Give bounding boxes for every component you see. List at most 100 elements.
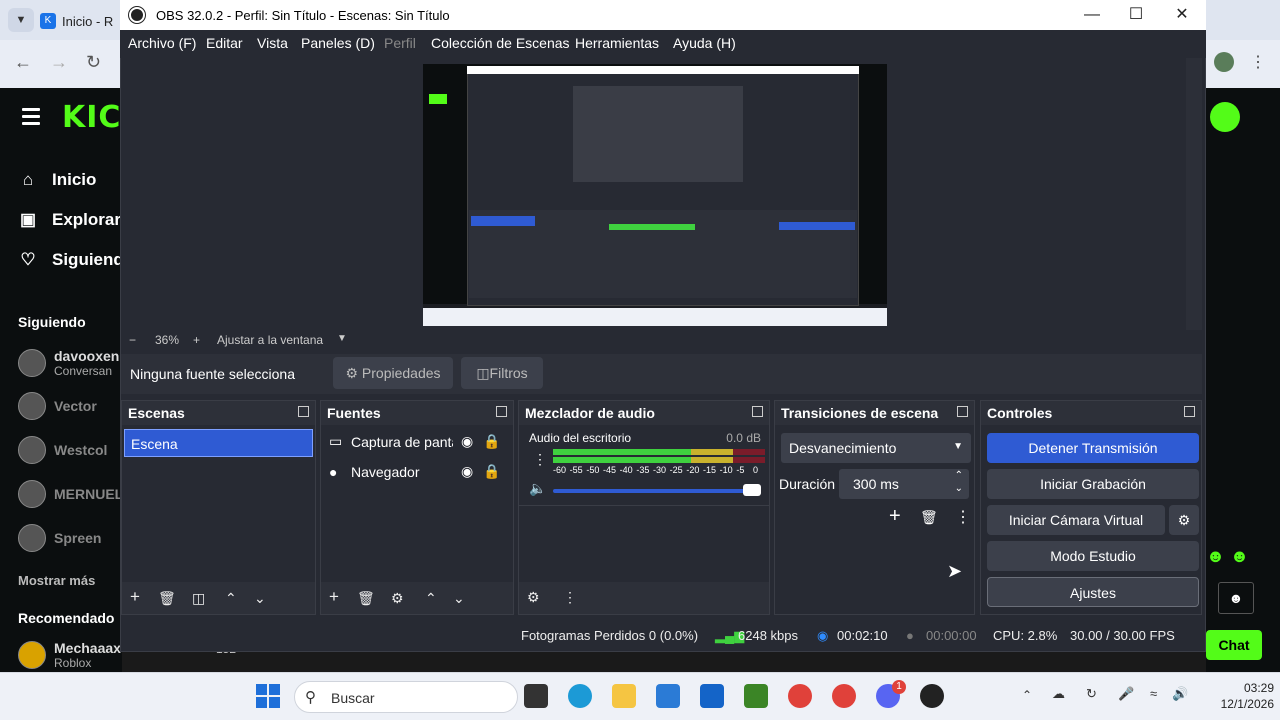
popout-icon[interactable]	[298, 406, 309, 417]
start-virtual-camera-button[interactable]: Iniciar Cámara Virtual	[987, 505, 1165, 535]
recommended-user[interactable]: Mechaaax Roblox	[18, 640, 121, 670]
popout-icon[interactable]	[496, 406, 507, 417]
profile-avatar[interactable]	[1214, 52, 1234, 72]
source-item[interactable]: ● Navegador ◉ 🔒	[329, 463, 507, 480]
properties-button[interactable]: ⚙ Propiedades	[333, 357, 453, 389]
popout-icon[interactable]	[752, 406, 763, 417]
following-user[interactable]: Westcol	[18, 436, 107, 464]
emoji-picker-icon[interactable]: ☻	[1218, 582, 1254, 614]
menu-perfil[interactable]: Perfil	[384, 35, 416, 51]
menu-paneles[interactable]: Paneles (D)	[301, 35, 375, 51]
lock-icon[interactable]: 🔒	[483, 463, 500, 480]
microphone-icon[interactable]: 🎤	[1118, 686, 1134, 702]
preview-canvas[interactable]	[423, 64, 887, 326]
forward-arrow-icon[interactable]: →	[50, 52, 68, 73]
move-down-icon[interactable]: ⌄	[254, 590, 266, 607]
hamburger-icon[interactable]	[22, 108, 40, 125]
lock-icon[interactable]: 🔒	[483, 433, 500, 450]
filter-icon[interactable]: ◫	[192, 590, 205, 607]
eye-icon[interactable]: ◉	[461, 463, 473, 480]
chrome-profile-icon[interactable]	[832, 684, 856, 708]
nav-inicio[interactable]: ⌂ Inicio	[18, 170, 97, 190]
trash-icon[interactable]: 🗑	[158, 590, 176, 607]
task-view-icon[interactable]	[524, 684, 548, 708]
following-user[interactable]: MERNUEL	[18, 480, 123, 508]
minimize-icon[interactable]: —	[1080, 4, 1104, 26]
studio-mode-button[interactable]: Modo Estudio	[987, 541, 1199, 571]
taskbar-search[interactable]: ⚲ Buscar	[294, 681, 518, 713]
file-explorer-icon[interactable]	[612, 684, 636, 708]
source-item[interactable]: ▭ Captura de panta ◉ 🔒	[329, 433, 507, 450]
following-user[interactable]: davooxen Conversan	[18, 348, 119, 378]
minecraft-icon[interactable]	[744, 684, 768, 708]
browser-tab[interactable]: K Inicio - R	[40, 6, 120, 36]
windows-start-icon[interactable]	[256, 684, 280, 708]
zoom-out-button[interactable]: −	[129, 333, 136, 347]
spin-up-icon[interactable]: ⌃	[955, 470, 963, 481]
move-up-icon[interactable]: ⌃	[225, 590, 237, 607]
scene-item[interactable]: Escena	[124, 429, 313, 457]
eye-icon[interactable]: ◉	[461, 433, 473, 450]
tray-chevron-icon[interactable]: ⌃	[1022, 688, 1032, 702]
gear-icon[interactable]: ⚙	[391, 590, 404, 607]
close-icon[interactable]: ✕	[1170, 4, 1194, 26]
kebab-menu-icon[interactable]: ⋮	[955, 507, 971, 527]
following-user[interactable]: Vector	[18, 392, 97, 420]
volume-slider-knob[interactable]	[743, 484, 761, 496]
kebab-menu-icon[interactable]: ⋮	[563, 589, 577, 606]
maximize-icon[interactable]: ☐	[1124, 4, 1148, 26]
obs-taskbar-icon[interactable]	[920, 684, 944, 708]
settings-button[interactable]: Ajustes	[987, 577, 1199, 607]
move-down-icon[interactable]: ⌄	[453, 590, 465, 607]
kebab-menu-icon[interactable]: ⋮	[533, 451, 547, 468]
user-avatar[interactable]	[1210, 102, 1240, 132]
trash-icon[interactable]: 🗑	[357, 590, 375, 607]
clock[interactable]: 03:29 12/1/2026	[1218, 680, 1274, 712]
advanced-audio-icon[interactable]: ⚙	[527, 589, 540, 606]
start-recording-button[interactable]: Iniciar Grabación	[987, 469, 1199, 499]
preview-scrollbar[interactable]	[1186, 58, 1202, 330]
tray-onedrive-icon[interactable]: ☁	[1052, 686, 1065, 702]
volume-slider[interactable]	[553, 484, 761, 496]
nav-siguiendo[interactable]: ♡ Siguiendo	[18, 250, 134, 270]
menu-archivo[interactable]: Archivo (F)	[128, 35, 196, 51]
menu-ayuda[interactable]: Ayuda (H)	[673, 35, 736, 51]
outlook-icon[interactable]	[700, 684, 724, 708]
add-icon[interactable]: +	[130, 587, 140, 607]
menu-vista[interactable]: Vista	[257, 35, 288, 51]
tray-sync-icon[interactable]: ↻	[1086, 686, 1097, 702]
trash-icon[interactable]: 🗑	[920, 509, 938, 526]
add-icon[interactable]: +	[889, 505, 901, 528]
following-user[interactable]: Spreen	[18, 524, 101, 552]
store-icon[interactable]	[656, 684, 680, 708]
spin-down-icon[interactable]: ⌄	[955, 483, 963, 494]
move-up-icon[interactable]: ⌃	[425, 590, 437, 607]
tab-search-dropdown[interactable]: ▼	[8, 8, 34, 32]
kick-favicon-icon: K	[40, 13, 56, 29]
menu-editar[interactable]: Editar	[206, 35, 243, 51]
reload-icon[interactable]: ↻	[86, 52, 101, 73]
transition-select[interactable]: Desvanecimiento ▼	[781, 433, 971, 463]
chrome-icon[interactable]	[788, 684, 812, 708]
chevron-down-icon[interactable]: ▼	[337, 333, 347, 344]
virtual-camera-settings-button[interactable]: ⚙	[1169, 505, 1199, 535]
filters-button[interactable]: ◫Filtros	[461, 357, 543, 389]
chat-button[interactable]: Chat	[1206, 630, 1262, 660]
menu-coleccion[interactable]: Colección de Escenas	[431, 35, 570, 51]
fit-window-select[interactable]: Ajustar a la ventana	[217, 333, 323, 347]
add-icon[interactable]: +	[329, 587, 339, 607]
speaker-icon[interactable]: 🔈	[529, 480, 546, 497]
edge-icon[interactable]	[568, 684, 592, 708]
nav-explorar[interactable]: ▣ Explorar	[18, 210, 121, 230]
show-more-link[interactable]: Mostrar más	[18, 573, 95, 588]
popout-icon[interactable]	[957, 406, 968, 417]
zoom-in-button[interactable]: +	[193, 333, 200, 347]
menu-herramientas[interactable]: Herramientas	[575, 35, 659, 51]
wifi-icon[interactable]: ≈	[1150, 686, 1157, 701]
browser-menu-icon[interactable]: ⋮	[1250, 52, 1266, 72]
popout-icon[interactable]	[1184, 406, 1195, 417]
back-arrow-icon[interactable]: ←	[14, 52, 32, 73]
volume-icon[interactable]: 🔊	[1172, 686, 1188, 702]
duration-spinbox[interactable]: 300 ms ⌃ ⌄	[839, 469, 969, 499]
stop-stream-button[interactable]: Detener Transmisión	[987, 433, 1199, 463]
